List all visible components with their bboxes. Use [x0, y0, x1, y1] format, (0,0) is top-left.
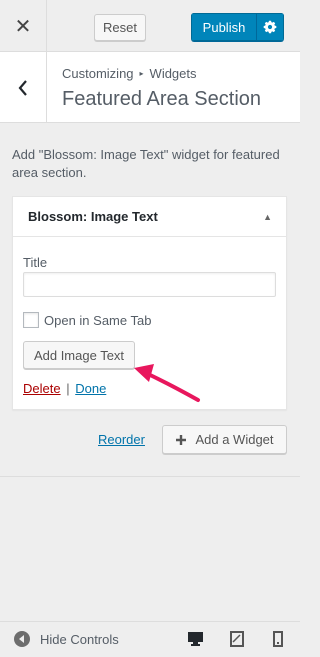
open-same-tab-row: Open in Same Tab	[23, 312, 151, 328]
mobile-icon	[273, 631, 283, 647]
breadcrumb-separator: ▸	[139, 69, 144, 78]
tablet-preview-button[interactable]	[228, 630, 246, 648]
title-input[interactable]	[23, 272, 276, 297]
open-same-tab-label: Open in Same Tab	[44, 312, 152, 328]
widget-actions: Delete | Done	[23, 381, 106, 396]
open-same-tab-checkbox[interactable]	[23, 312, 39, 328]
title-label: Title	[23, 255, 48, 270]
tablet-icon	[230, 631, 244, 647]
publish-button[interactable]: Publish	[191, 13, 256, 41]
panel-divider	[0, 476, 300, 477]
collapse-arrow-icon[interactable]: ▲	[263, 212, 272, 222]
annotation-arrow-icon	[134, 364, 200, 402]
action-separator: |	[66, 381, 70, 396]
plus-icon	[176, 434, 187, 445]
add-widget-label: Add a Widget	[195, 432, 274, 447]
breadcrumb: Customizing ▸ Widgets	[62, 66, 197, 81]
add-widget-button[interactable]: Add a Widget	[162, 425, 287, 454]
desktop-icon	[187, 632, 203, 646]
footer: Hide Controls	[0, 621, 300, 657]
hide-controls-label: Hide Controls	[40, 631, 119, 647]
publish-group: Publish	[191, 13, 284, 41]
add-image-text-button[interactable]: Add Image Text	[23, 341, 135, 369]
delete-link[interactable]: Delete	[23, 381, 61, 396]
reset-button[interactable]: Reset	[94, 14, 146, 41]
gear-icon	[263, 20, 277, 34]
publish-settings-button[interactable]	[256, 13, 284, 41]
widget-header[interactable]: Blossom: Image Text ▲	[13, 197, 286, 237]
widget-title: Blossom: Image Text	[28, 209, 158, 224]
section-header: Customizing ▸ Widgets Featured Area Sect…	[0, 52, 300, 123]
section-description: Add "Blossom: Image Text" widget for fea…	[12, 147, 280, 180]
hide-controls-button[interactable]: Hide Controls	[14, 631, 119, 647]
done-link[interactable]: Done	[75, 381, 106, 396]
back-button[interactable]	[0, 52, 47, 123]
customizer-header: ✕ Reset Publish	[0, 0, 300, 52]
reorder-link[interactable]: Reorder	[98, 432, 145, 447]
desktop-preview-button[interactable]	[186, 630, 204, 648]
mobile-preview-button[interactable]	[269, 630, 287, 648]
page-title: Featured Area Section	[62, 88, 262, 110]
breadcrumb-current: Widgets	[149, 66, 197, 81]
back-chevron-icon	[18, 79, 27, 96]
breadcrumb-parent: Customizing	[62, 66, 134, 81]
collapse-left-icon	[14, 631, 30, 647]
close-icon[interactable]: ✕	[0, 0, 47, 52]
